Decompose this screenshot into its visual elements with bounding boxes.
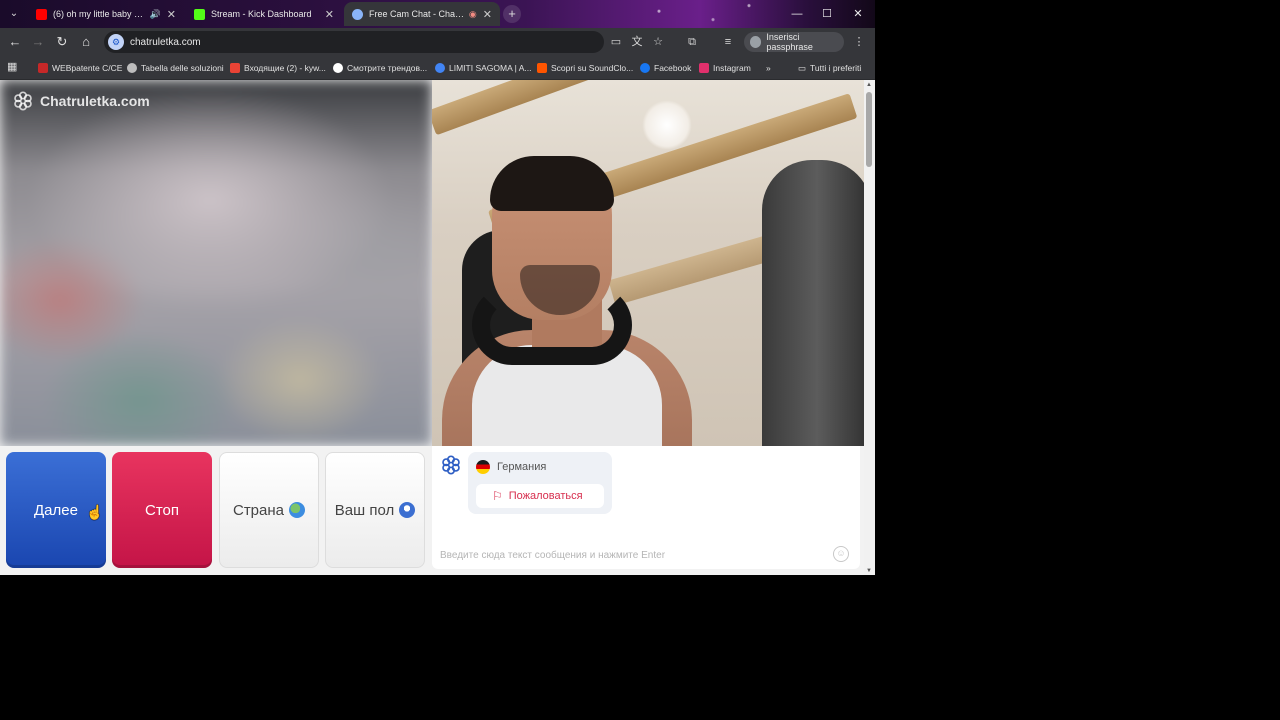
home-icon[interactable]: ⌂	[77, 33, 95, 51]
bookmark-item[interactable]: Scopri su SoundClo...	[537, 60, 633, 76]
emoji-icon[interactable]: ☺	[833, 546, 849, 562]
avatar	[750, 36, 762, 48]
gender-select-button[interactable]: Ваш пол	[325, 452, 425, 568]
stop-button[interactable]: Стоп	[112, 452, 212, 568]
extensions-icon[interactable]: ⧉	[684, 34, 700, 50]
page-content: Chatruletka.com Далее ☝ Стоп Страна Ваш …	[0, 80, 864, 575]
scroll-up-arrow-icon[interactable]: ▲	[866, 82, 872, 88]
bookmark-label: Tabella delle soluzioni	[141, 63, 224, 73]
reload-icon[interactable]: ↻	[53, 33, 71, 51]
tab-title: (6) oh my little baby boy (r...	[53, 9, 146, 19]
profile-button[interactable]: Inserisci passphrase	[744, 32, 844, 52]
globe-icon	[289, 502, 305, 518]
bookmarks-bar: ▦ WEBpatente C/CE Tabella delle soluzion…	[0, 56, 875, 80]
forward-arrow-icon[interactable]: →	[29, 33, 47, 51]
report-flag-icon: ⚐	[492, 489, 503, 503]
media-control-icon[interactable]: ≡	[720, 34, 736, 50]
country-button-label: Страна	[232, 501, 284, 519]
bookmark-item[interactable]: Tabella delle soluzioni	[127, 60, 224, 76]
maximize-button[interactable]: ☐	[817, 5, 837, 23]
speaker-icon[interactable]: 🔊	[150, 9, 161, 20]
bookmark-item[interactable]: Instagram	[699, 60, 751, 76]
bookmark-label: Scopri su SoundClo...	[551, 63, 634, 73]
remote-video	[0, 80, 432, 446]
bookmark-favicon-icon	[38, 63, 48, 73]
chatruletka-logo-icon	[442, 455, 460, 475]
facebook-icon	[640, 63, 650, 73]
partner-country: Германия	[497, 461, 547, 473]
bookmark-favicon-icon	[435, 63, 445, 73]
bookmark-label: Входящие (2) - kyw...	[244, 63, 326, 73]
tab-kick[interactable]: Stream - Kick Dashboard ✕	[186, 2, 342, 26]
logo-text: Chatruletka.com	[40, 93, 150, 109]
tab-search-chevron-icon[interactable]: ⌄	[6, 6, 22, 22]
instagram-icon	[699, 63, 709, 73]
recording-icon: ◉	[468, 8, 477, 19]
chat-controls: Далее ☝ Стоп Страна Ваш пол	[0, 446, 432, 575]
bookmark-label: Смотрите трендов...	[347, 63, 428, 73]
germany-flag-icon	[476, 460, 490, 474]
url-text: chatruletka.com	[130, 36, 201, 48]
kick-icon	[194, 8, 205, 20]
cast-icon[interactable]: ▭	[608, 34, 624, 50]
report-button[interactable]: ⚐ Пожаловаться	[476, 484, 604, 508]
bookmark-item[interactable]: WEBpatente C/CE	[38, 60, 122, 76]
bookmark-label: Instagram	[713, 63, 751, 73]
youtube-icon	[36, 8, 47, 20]
scroll-down-arrow-icon[interactable]: ▼	[866, 568, 872, 574]
country-filter-button[interactable]: Страна	[219, 452, 319, 568]
tab-title: Free Cam Chat - Chatruletka	[369, 9, 465, 19]
address-bar[interactable]: ⚙ chatruletka.com	[104, 31, 604, 53]
translate-icon[interactable]: 文	[629, 34, 645, 50]
close-window-button[interactable]: ✕	[848, 5, 868, 23]
bookmark-label: Facebook	[654, 63, 692, 73]
all-bookmarks-folder[interactable]: ▭ Tutti i preferiti	[798, 60, 861, 76]
bookmark-item[interactable]: Входящие (2) - kyw...	[230, 60, 326, 76]
next-button-label: Далее	[34, 501, 78, 519]
soundcloud-icon	[537, 63, 547, 73]
bookmarks-overflow-icon[interactable]: »	[766, 60, 771, 76]
tab-strip: ⌄ (6) oh my little baby boy (r... 🔊 ✕ St…	[0, 0, 875, 28]
tab-youtube[interactable]: (6) oh my little baby boy (r... 🔊 ✕	[28, 2, 184, 26]
close-tab-icon[interactable]: ✕	[325, 8, 334, 21]
tab-title: Stream - Kick Dashboard	[211, 9, 312, 19]
message-input[interactable]	[440, 546, 830, 564]
partner-info-card: Германия ⚐ Пожаловаться	[468, 452, 612, 514]
tab-chatruletka[interactable]: Free Cam Chat - Chatruletka ◉ ✕	[344, 2, 500, 26]
all-bookmarks-label: Tutti i preferiti	[810, 63, 862, 73]
bookmark-star-icon[interactable]: ☆	[650, 34, 666, 50]
toolbar: ← → ↻ ⌂ ⚙ chatruletka.com ▭ 文 ☆ ⧉ ≡ Inse…	[0, 28, 875, 56]
bookmark-label: WEBpatente C/CE	[52, 63, 123, 73]
gender-button-label: Ваш пол	[334, 501, 395, 519]
bookmark-favicon-icon	[127, 63, 137, 73]
stop-button-label: Стоп	[145, 501, 179, 519]
bookmark-item[interactable]: LIMITI SAGOMA | A...	[435, 60, 532, 76]
close-tab-icon[interactable]: ✕	[483, 8, 492, 21]
site-info-icon[interactable]: ⚙	[108, 34, 124, 50]
hand-cursor-icon: ☝	[86, 504, 104, 520]
site-logo[interactable]: Chatruletka.com	[12, 90, 150, 112]
gmail-icon	[230, 63, 240, 73]
user-icon	[399, 502, 416, 518]
tiktok-icon	[333, 63, 343, 73]
chat-panel: Германия ⚐ Пожаловаться ☺	[432, 446, 860, 569]
page-scrollbar[interactable]: ▲ ▼	[864, 80, 875, 575]
bookmark-item[interactable]: Facebook	[640, 60, 691, 76]
bookmark-label: LIMITI SAGOMA | A...	[449, 63, 532, 73]
browser-window: ⌄ (6) oh my little baby boy (r... 🔊 ✕ St…	[0, 0, 875, 575]
new-tab-button[interactable]: +	[503, 5, 521, 23]
apps-grid-icon[interactable]: ▦	[7, 61, 19, 73]
minimize-button[interactable]: —	[787, 5, 807, 23]
bookmark-item[interactable]: Смотрите трендов...	[333, 60, 427, 76]
back-arrow-icon[interactable]: ←	[6, 33, 24, 51]
folder-icon: ▭	[798, 62, 807, 73]
scrollbar-thumb[interactable]	[866, 92, 872, 167]
report-label: Пожаловаться	[508, 490, 583, 502]
close-tab-icon[interactable]: ✕	[167, 8, 176, 21]
chatruletka-logo-icon	[14, 91, 32, 111]
chatruletka-icon	[352, 8, 363, 20]
profile-label: Inserisci passphrase	[766, 32, 813, 52]
local-video	[432, 80, 864, 446]
menu-kebab-icon[interactable]: ⋮	[851, 34, 867, 50]
